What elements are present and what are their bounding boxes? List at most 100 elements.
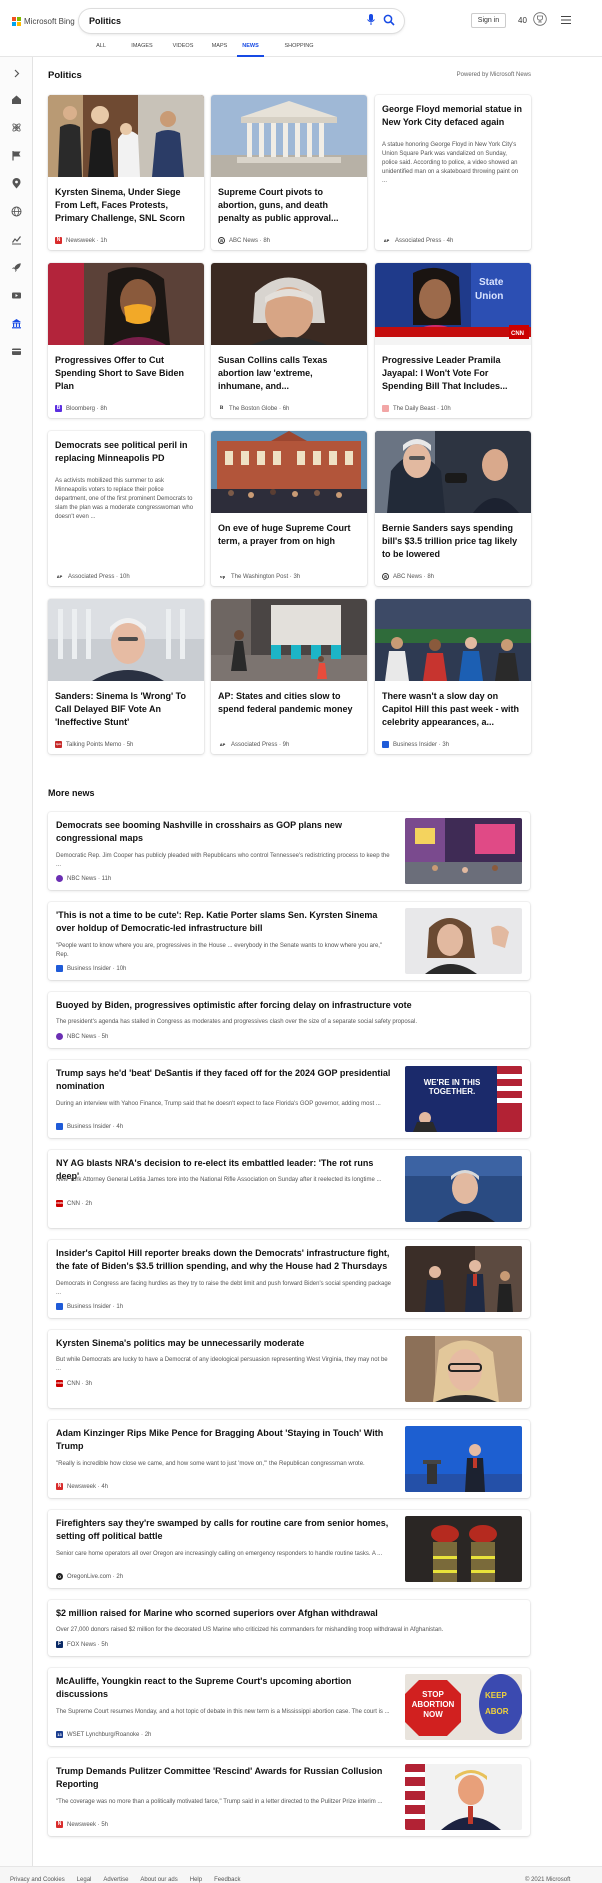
powered-by-label[interactable]: Powered by Microsoft News bbox=[420, 72, 531, 78]
more-news-item[interactable]: Insider's Capitol Hill reporter breaks d… bbox=[48, 1240, 530, 1318]
news-card[interactable]: Susan Collins calls Texas abortion law '… bbox=[211, 263, 367, 418]
news-card[interactable]: Kyrsten Sinema, Under Siege From Left, F… bbox=[48, 95, 204, 250]
news-card-title[interactable]: On eve of huge Supreme Court term, a pra… bbox=[218, 522, 360, 548]
rewards-count[interactable]: 40 bbox=[518, 16, 527, 25]
news-card-source[interactable]: wp The Washington Post · 3h bbox=[218, 573, 300, 580]
news-card-title[interactable]: George Floyd memorial statue in New York… bbox=[382, 103, 524, 129]
more-news-item[interactable]: Democrats see booming Nashville in cross… bbox=[48, 812, 530, 890]
rewards-trophy-icon[interactable] bbox=[533, 12, 547, 26]
news-card-source[interactable]: N Newsweek · 1h bbox=[55, 237, 107, 244]
more-news-item-title[interactable]: 'This is not a time to be cute': Rep. Ka… bbox=[56, 909, 391, 935]
news-card[interactable]: Democrats see political peril in replaci… bbox=[48, 431, 204, 586]
more-news-item[interactable]: Firefighters say they're swamped by call… bbox=[48, 1510, 530, 1588]
news-card-source[interactable]: AP Associated Press · 9h bbox=[218, 741, 289, 748]
news-card[interactable]: Supreme Court pivots to abortion, guns, … bbox=[211, 95, 367, 250]
more-news-item-source[interactable]: Business Insider · 4h bbox=[56, 1123, 123, 1130]
more-news-item-source[interactable]: CNN CNN · 3h bbox=[56, 1380, 92, 1387]
more-news-item-source[interactable]: NBC News · 5h bbox=[56, 1033, 108, 1040]
politics-capitol-icon[interactable] bbox=[11, 318, 22, 329]
more-news-item-source[interactable]: N Newsweek · 5h bbox=[56, 1821, 108, 1828]
science-icon[interactable] bbox=[11, 122, 22, 133]
news-card-title[interactable]: Progressives Offer to Cut Spending Short… bbox=[55, 354, 197, 393]
more-news-item-source[interactable]: N Newsweek · 4h bbox=[56, 1483, 108, 1490]
more-news-item[interactable]: McAuliffe, Youngkin react to the Supreme… bbox=[48, 1668, 530, 1746]
news-card-title[interactable]: Democrats see political peril in replaci… bbox=[55, 439, 197, 465]
more-news-item-source[interactable]: O OregonLive.com · 2h bbox=[56, 1573, 123, 1580]
more-news-item-title[interactable]: Adam Kinzinger Rips Mike Pence for Bragg… bbox=[56, 1427, 391, 1453]
news-card-title[interactable]: AP: States and cities slow to spend fede… bbox=[218, 690, 360, 716]
location-pin-icon[interactable] bbox=[11, 178, 22, 189]
more-news-item-source[interactable]: Business Insider · 10h bbox=[56, 965, 126, 972]
news-card-title[interactable]: Supreme Court pivots to abortion, guns, … bbox=[218, 186, 360, 225]
more-news-item-title[interactable]: Firefighters say they're swamped by call… bbox=[56, 1517, 391, 1543]
news-card-title[interactable]: There wasn't a slow day on Capitol Hill … bbox=[382, 690, 524, 729]
news-card-source[interactable]: Business Insider · 3h bbox=[382, 741, 449, 748]
news-card-title[interactable]: Susan Collins calls Texas abortion law '… bbox=[218, 354, 360, 393]
more-news-item-title[interactable]: Trump says he'd 'beat' DeSantis if they … bbox=[56, 1067, 391, 1093]
home-icon[interactable] bbox=[11, 94, 22, 105]
news-card-title[interactable]: Kyrsten Sinema, Under Siege From Left, F… bbox=[55, 186, 197, 225]
news-card[interactable]: Sanders: Sinema Is 'Wrong' To Call Delay… bbox=[48, 599, 204, 754]
sign-in-button[interactable]: Sign in bbox=[471, 13, 506, 28]
news-card-source[interactable]: B The Boston Globe · 6h bbox=[218, 405, 289, 412]
news-card-source[interactable]: a ABC News · 8h bbox=[218, 237, 270, 244]
more-news-item[interactable]: Kyrsten Sinema's politics may be unneces… bbox=[48, 1330, 530, 1408]
more-news-item-source[interactable]: CNN CNN · 2h bbox=[56, 1200, 92, 1207]
more-news-item-title[interactable]: $2 million raised for Marine who scorned… bbox=[56, 1607, 516, 1620]
news-card[interactable]: On eve of huge Supreme Court term, a pra… bbox=[211, 431, 367, 586]
more-news-item[interactable]: $2 million raised for Marine who scorned… bbox=[48, 1600, 530, 1656]
more-news-item-title[interactable]: Kyrsten Sinema's politics may be unneces… bbox=[56, 1337, 391, 1350]
wallet-icon[interactable] bbox=[11, 346, 22, 357]
menu-icon[interactable] bbox=[561, 16, 571, 24]
flag-icon[interactable] bbox=[11, 150, 22, 161]
more-news-item-source[interactable]: 13 WSET Lynchburg/Roanoke · 2h bbox=[56, 1731, 151, 1738]
news-card-title[interactable]: Progressive Leader Pramila Jayapal: I Wo… bbox=[382, 354, 524, 393]
bing-logo[interactable]: Microsoft Bing bbox=[12, 14, 75, 28]
video-icon[interactable] bbox=[11, 290, 22, 301]
tab-all[interactable]: ALL bbox=[82, 41, 120, 57]
microphone-icon[interactable] bbox=[366, 14, 376, 26]
news-card[interactable]: Progressives Offer to Cut Spending Short… bbox=[48, 263, 204, 418]
more-news-item[interactable]: NY AG blasts NRA's decision to re-elect … bbox=[48, 1150, 530, 1228]
more-news-item[interactable]: Trump Demands Pulitzer Committee 'Rescin… bbox=[48, 1758, 530, 1836]
expand-chevron-icon[interactable] bbox=[11, 68, 22, 79]
more-news-item[interactable]: Buoyed by Biden, progressives optimistic… bbox=[48, 992, 530, 1048]
more-news-item-title[interactable]: Trump Demands Pulitzer Committee 'Rescin… bbox=[56, 1765, 391, 1791]
news-card-source[interactable]: B Bloomberg · 8h bbox=[55, 405, 107, 412]
footer-link-about-ads[interactable]: About our ads bbox=[140, 1877, 177, 1883]
news-card-title[interactable]: Bernie Sanders says spending bill's $3.5… bbox=[382, 522, 524, 561]
more-news-item-title[interactable]: Democrats see booming Nashville in cross… bbox=[56, 819, 391, 845]
search-icon[interactable] bbox=[383, 14, 395, 26]
more-news-item[interactable]: Trump says he'd 'beat' DeSantis if they … bbox=[48, 1060, 530, 1138]
more-news-item-title[interactable]: McAuliffe, Youngkin react to the Supreme… bbox=[56, 1675, 391, 1701]
news-card-title[interactable]: Sanders: Sinema Is 'Wrong' To Call Delay… bbox=[55, 690, 197, 729]
news-card[interactable]: State Union CNN Progressive Leader Prami… bbox=[375, 263, 531, 418]
tab-maps[interactable]: MAPS bbox=[202, 41, 237, 57]
more-news-item-title[interactable]: Buoyed by Biden, progressives optimistic… bbox=[56, 999, 516, 1012]
footer-link-help[interactable]: Help bbox=[190, 1877, 202, 1883]
footer-link-legal[interactable]: Legal bbox=[77, 1877, 92, 1883]
search-input[interactable] bbox=[89, 13, 339, 29]
footer-link-feedback[interactable]: Feedback bbox=[214, 1877, 240, 1883]
news-card-source[interactable]: The Daily Beast · 10h bbox=[382, 405, 451, 412]
tab-shopping[interactable]: SHOPPING bbox=[274, 41, 324, 57]
more-news-item-source[interactable]: Business Insider · 1h bbox=[56, 1303, 123, 1310]
more-news-item-source[interactable]: F FOX News · 5h bbox=[56, 1641, 108, 1648]
tab-images[interactable]: IMAGES bbox=[120, 41, 164, 57]
news-card[interactable]: There wasn't a slow day on Capitol Hill … bbox=[375, 599, 531, 754]
tab-news[interactable]: NEWS bbox=[237, 41, 264, 57]
news-card[interactable]: George Floyd memorial statue in New York… bbox=[375, 95, 531, 250]
news-card[interactable]: AP: States and cities slow to spend fede… bbox=[211, 599, 367, 754]
more-news-item[interactable]: 'This is not a time to be cute': Rep. Ka… bbox=[48, 902, 530, 980]
chart-icon[interactable] bbox=[11, 234, 22, 245]
news-card-source[interactable]: AP Associated Press · 10h bbox=[55, 573, 130, 580]
footer-link-advertise[interactable]: Advertise bbox=[103, 1877, 128, 1883]
globe-icon[interactable] bbox=[11, 206, 22, 217]
more-news-item-source[interactable]: NBC News · 11h bbox=[56, 875, 111, 882]
more-news-item[interactable]: Adam Kinzinger Rips Mike Pence for Bragg… bbox=[48, 1420, 530, 1498]
rocket-icon[interactable] bbox=[11, 262, 22, 273]
news-card-source[interactable]: a ABC News · 8h bbox=[382, 573, 434, 580]
tab-videos[interactable]: VIDEOS bbox=[164, 41, 202, 57]
more-news-item-title[interactable]: Insider's Capitol Hill reporter breaks d… bbox=[56, 1247, 391, 1273]
news-card-source[interactable]: AP Associated Press · 4h bbox=[382, 237, 453, 244]
